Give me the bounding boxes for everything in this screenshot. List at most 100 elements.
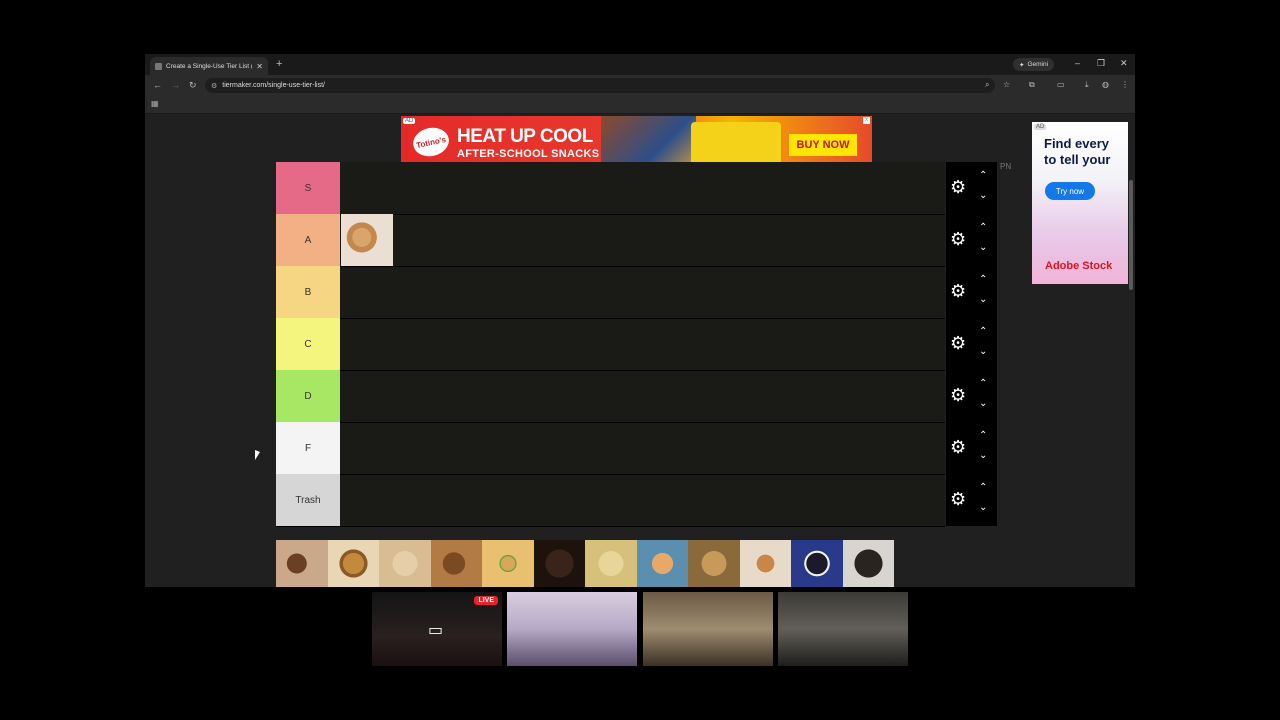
scrollbar-thumb[interactable] (1129, 180, 1133, 290)
mouse-cursor-icon (255, 450, 260, 460)
tier-label-a[interactable]: A (276, 214, 340, 266)
ad-buy-button[interactable]: BUY NOW (789, 134, 857, 156)
tier-items-d[interactable] (341, 370, 945, 422)
tier-items-s[interactable] (341, 162, 945, 214)
bookmark-star-icon[interactable]: ☆ (1003, 80, 1010, 89)
site-info-icon[interactable]: ⚙ (211, 82, 217, 90)
pool-cookie-item[interactable] (739, 540, 791, 587)
move-up-icon[interactable]: ⌃ (979, 430, 987, 441)
tier-items-trash[interactable] (341, 474, 945, 526)
move-up-icon[interactable]: ⌃ (979, 274, 987, 285)
participant-tile-1[interactable] (507, 592, 637, 666)
extensions-icon[interactable]: ⧉ (1029, 80, 1035, 90)
tier-controls: ⚙ ⌃ ⌄ ⚙ ⌃ ⌄ ⚙ ⌃ ⌄ ⚙ ⌃ ⌄ ⚙ ⌃ ⌄ ⚙ ⌃ ⌄ ⚙ ⌃ ⌄ (946, 162, 997, 526)
move-down-icon[interactable]: ⌄ (979, 242, 987, 253)
pool-cookie-item[interactable] (533, 540, 585, 587)
move-down-icon[interactable]: ⌄ (979, 398, 987, 409)
toolbar: ← → ↻ ⚙ tiermaker.com/single-use-tier-li… (145, 75, 1135, 96)
tier-row-d: D (276, 370, 945, 423)
unranked-item-pool (276, 540, 895, 587)
tier-label-s[interactable]: S (276, 162, 340, 214)
tier-controls-b: ⚙ ⌃ ⌄ (946, 266, 997, 318)
adobe-stock-logo: Adobe Stock (1045, 260, 1113, 272)
screen-share-tile[interactable]: ▭ LIVE (372, 592, 502, 666)
ad-brand-logo: Totino's (410, 124, 452, 160)
pool-cookie-item[interactable] (327, 540, 379, 587)
ad-tag: AD (403, 118, 416, 124)
pool-cookie-item[interactable] (688, 540, 740, 587)
page-content: AD Totino's HEAT UP COOL AFTER-SCHOOL SN… (145, 114, 1135, 587)
side-ad-try-button[interactable]: Try now (1045, 182, 1095, 200)
move-up-icon[interactable]: ⌃ (979, 326, 987, 337)
menu-icon[interactable]: ⋮ (1121, 80, 1129, 89)
settings-gear-icon[interactable]: ⚙ (950, 282, 966, 300)
tier-controls-s: ⚙ ⌃ ⌄ (946, 162, 997, 214)
cookie-item[interactable] (341, 214, 393, 266)
reload-icon[interactable]: ↻ (189, 80, 197, 91)
settings-gear-icon[interactable]: ⚙ (950, 230, 966, 248)
close-tab-icon[interactable]: ✕ (256, 62, 263, 71)
tier-controls-d: ⚙ ⌃ ⌄ (946, 370, 997, 422)
move-down-icon[interactable]: ⌄ (979, 346, 987, 357)
move-down-icon[interactable]: ⌄ (979, 294, 987, 305)
apps-grid-icon[interactable]: ▦ (151, 99, 159, 108)
ad-close-icon[interactable]: x (863, 117, 870, 124)
tier-row-trash: Trash (276, 474, 945, 527)
move-up-icon[interactable]: ⌃ (979, 170, 987, 181)
move-up-icon[interactable]: ⌃ (979, 482, 987, 493)
pool-cookie-item[interactable] (585, 540, 637, 587)
tab-tiermaker[interactable]: Create a Single-Use Tier List (F ✕ (150, 57, 268, 75)
forward-icon[interactable]: → (171, 80, 180, 90)
pool-cookie-item[interactable] (636, 540, 688, 587)
tab-strip: Create a Single-Use Tier List (F ✕ + ✦ G… (145, 54, 1135, 75)
sidepanel-icon[interactable]: ▭ (1057, 80, 1065, 89)
side-ad[interactable]: AD Find every to tell your Try now Adobe… (1032, 122, 1128, 284)
tier-items-a[interactable] (341, 214, 945, 266)
url-text: tiermaker.com/single-use-tier-list/ (222, 82, 325, 89)
pool-cookie-item[interactable] (430, 540, 482, 587)
tier-items-c[interactable] (341, 318, 945, 370)
settings-gear-icon[interactable]: ⚙ (950, 386, 966, 404)
tier-label-c[interactable]: C (276, 318, 340, 370)
move-up-icon[interactable]: ⌃ (979, 222, 987, 233)
profile-icon[interactable]: ◍ (1102, 80, 1109, 89)
back-icon[interactable]: ← (153, 80, 162, 90)
pool-cookie-item[interactable] (842, 540, 894, 587)
tier-label-d[interactable]: D (276, 370, 340, 422)
settings-gear-icon[interactable]: ⚙ (950, 334, 966, 352)
tier-controls-trash: ⚙ ⌃ ⌄ (946, 474, 997, 526)
settings-gear-icon[interactable]: ⚙ (950, 438, 966, 456)
tier-row-a: A (276, 214, 945, 267)
tier-row-s: S (276, 162, 945, 215)
minimize-icon[interactable]: – (1075, 58, 1080, 68)
move-down-icon[interactable]: ⌄ (979, 450, 987, 461)
tier-label-b[interactable]: B (276, 266, 340, 318)
gemini-label: Gemini (1027, 61, 1049, 68)
tier-controls-a: ⚙ ⌃ ⌄ (946, 214, 997, 266)
page-scrollbar[interactable] (1129, 116, 1133, 576)
settings-gear-icon[interactable]: ⚙ (950, 178, 966, 196)
pool-cookie-item[interactable] (482, 540, 534, 587)
move-down-icon[interactable]: ⌄ (979, 502, 987, 513)
close-window-icon[interactable]: ✕ (1120, 58, 1128, 69)
side-ad-headline: Find every to tell your (1044, 136, 1110, 168)
move-down-icon[interactable]: ⌄ (979, 190, 987, 201)
favicon-icon (155, 62, 162, 70)
tier-items-f[interactable] (341, 422, 945, 474)
address-bar[interactable]: ⚙ tiermaker.com/single-use-tier-list/ ⌕ … (205, 78, 1010, 93)
zoom-icon[interactable]: ⌕ (985, 80, 989, 90)
move-up-icon[interactable]: ⌃ (979, 378, 987, 389)
participant-tile-3[interactable] (778, 592, 908, 666)
settings-gear-icon[interactable]: ⚙ (950, 490, 966, 508)
download-icon[interactable]: ⤓ (1085, 80, 1089, 90)
restore-icon[interactable]: ❐ (1097, 58, 1105, 69)
gemini-button[interactable]: ✦ Gemini (1013, 58, 1055, 71)
pool-cookie-item[interactable] (276, 540, 328, 587)
tier-items-b[interactable] (341, 266, 945, 318)
pool-cookie-item[interactable] (791, 540, 843, 587)
new-tab-button[interactable]: + (276, 58, 282, 70)
pool-cookie-item[interactable] (379, 540, 431, 587)
tier-label-trash[interactable]: Trash (276, 474, 340, 526)
participant-tile-2[interactable] (643, 592, 773, 666)
tier-label-f[interactable]: F (276, 422, 340, 474)
